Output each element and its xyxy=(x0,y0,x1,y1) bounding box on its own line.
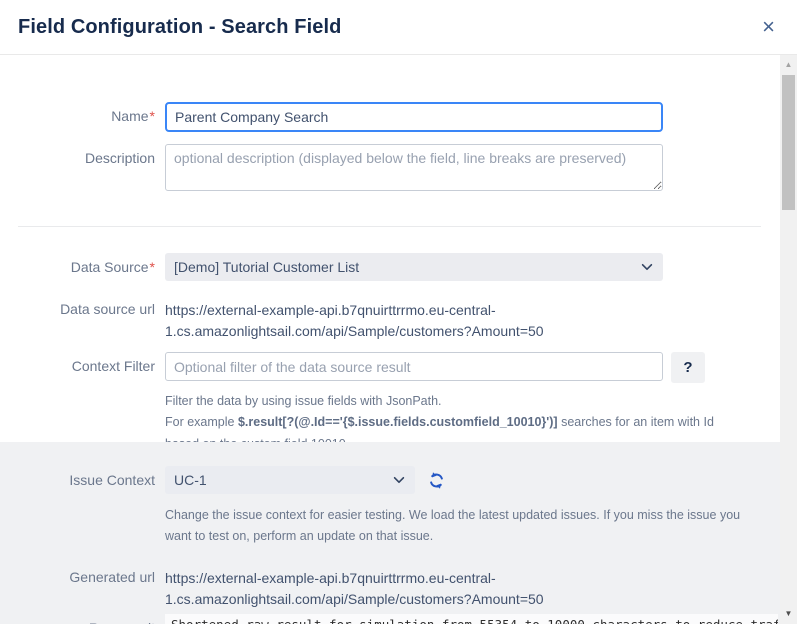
name-input[interactable] xyxy=(165,102,663,132)
data-source-url-label: Data source url xyxy=(0,295,155,318)
help-line-1: Filter the data by using issue fields wi… xyxy=(165,391,750,412)
context-filter-help-text: Filter the data by using issue fields wi… xyxy=(165,391,750,442)
raw-result-row: Raw result Shortened raw result for simu… xyxy=(0,614,780,625)
help-line-2-prefix: For example xyxy=(165,415,238,429)
refresh-icon xyxy=(427,478,446,493)
help-line-2: For example $.result[?(@.Id=='{$.issue.f… xyxy=(165,412,750,442)
form-content: Name* Description Data Source* xyxy=(0,55,780,624)
issue-context-selected-value: UC-1 xyxy=(174,472,207,488)
required-asterisk: * xyxy=(150,108,155,124)
dialog-body: Name* Description Data Source* xyxy=(0,55,797,624)
description-label: Description xyxy=(0,144,155,167)
data-source-select[interactable]: [Demo] Tutorial Customer List xyxy=(165,253,663,281)
general-section: Name* Description Data Source* xyxy=(0,55,780,442)
scrollbar-thumb[interactable] xyxy=(782,75,795,210)
raw-result-label: Raw result xyxy=(0,614,155,625)
generated-url-value: https://external-example-api.b7qnuirttrr… xyxy=(165,563,625,610)
description-field-row: Description xyxy=(0,144,780,196)
issue-context-row: Issue Context UC-1 xyxy=(0,466,780,494)
context-filter-label: Context Filter xyxy=(0,352,155,375)
help-question-button[interactable]: ? xyxy=(671,352,705,383)
chevron-down-icon xyxy=(392,473,406,487)
issue-context-help-text: Change the issue context for easier test… xyxy=(165,505,750,548)
jsonpath-example-code: $.result[?(@.Id=='{$.issue.fields.custom… xyxy=(238,415,558,429)
data-source-selected-value: [Demo] Tutorial Customer List xyxy=(174,259,359,275)
data-source-label-text: Data Source xyxy=(71,259,149,275)
generated-url-label: Generated url xyxy=(0,563,155,586)
data-source-field-row: Data Source* [Demo] Tutorial Customer Li… xyxy=(0,253,780,281)
section-divider xyxy=(18,226,761,227)
context-filter-help-row: Filter the data by using issue fields wi… xyxy=(0,391,780,442)
scrollbar-up-arrow[interactable]: ▲ xyxy=(780,57,797,73)
context-filter-row: Context Filter ? xyxy=(0,352,780,383)
issue-context-help-row: Change the issue context for easier test… xyxy=(0,505,780,548)
issue-context-label: Issue Context xyxy=(0,466,155,489)
scrollbar[interactable]: ▲ ▼ xyxy=(780,55,797,624)
name-label-text: Name xyxy=(111,108,148,124)
close-icon[interactable]: × xyxy=(760,17,777,37)
dialog-title: Field Configuration - Search Field xyxy=(18,16,341,39)
issue-context-select[interactable]: UC-1 xyxy=(165,466,415,494)
generated-url-row: Generated url https://external-example-a… xyxy=(0,563,780,610)
required-asterisk: * xyxy=(150,259,155,275)
data-source-url-row: Data source url https://external-example… xyxy=(0,295,780,342)
chevron-down-icon xyxy=(640,260,654,274)
context-filter-input[interactable] xyxy=(165,352,663,381)
data-source-label: Data Source* xyxy=(0,253,155,276)
field-configuration-dialog: Field Configuration - Search Field × Nam… xyxy=(0,0,797,625)
testing-section: Issue Context UC-1 xyxy=(0,442,780,624)
data-source-url-value: https://external-example-api.b7qnuirttrr… xyxy=(165,295,625,342)
name-field-row: Name* xyxy=(0,102,780,132)
description-textarea[interactable] xyxy=(165,144,663,191)
name-label: Name* xyxy=(0,102,155,125)
refresh-button[interactable] xyxy=(425,469,448,492)
scrollbar-down-arrow[interactable]: ▼ xyxy=(780,606,797,622)
raw-result-value[interactable]: Shortened raw result for simulation from… xyxy=(165,614,778,625)
dialog-header: Field Configuration - Search Field × xyxy=(0,0,797,55)
